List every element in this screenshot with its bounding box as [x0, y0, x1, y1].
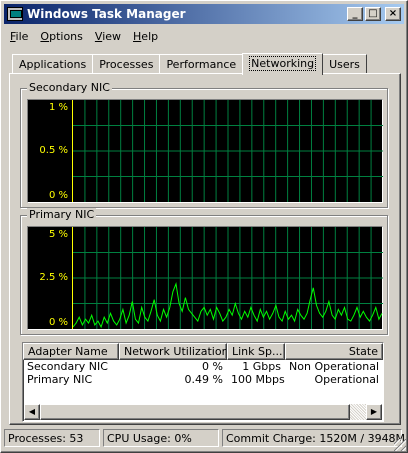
- adapter-row-primary[interactable]: Primary NIC 0.49 % 100 Mbps Operational: [23, 373, 383, 386]
- column-network-utilization[interactable]: Network Utilization: [119, 343, 227, 360]
- primary-tick-max: 5 %: [48, 229, 68, 240]
- secondary-tick-min: 0 %: [48, 190, 68, 201]
- menu-options[interactable]: Options: [34, 28, 88, 45]
- menu-bar: File Options View Help: [4, 26, 164, 46]
- secondary-nic-graph: 1 % 0.5 % 0 %: [27, 99, 383, 203]
- tab-networking[interactable]: Networking: [242, 53, 324, 75]
- tab-strip: Applications Processes Performance Netwo…: [12, 52, 367, 75]
- resize-grip-icon[interactable]: [394, 439, 406, 451]
- column-state[interactable]: State: [285, 343, 383, 360]
- horizontal-scrollbar[interactable]: ◀ ▶: [24, 404, 382, 420]
- primary-nic-plot: [72, 227, 383, 329]
- menu-help[interactable]: Help: [127, 28, 164, 45]
- adapter-row-secondary[interactable]: Secondary NIC 0 % 1 Gbps Non Operational: [23, 360, 383, 373]
- status-commit-charge: Commit Charge: 1520M / 3948M: [222, 429, 405, 447]
- maximize-button[interactable]: □: [365, 7, 381, 21]
- secondary-nic-chart: [73, 100, 383, 202]
- primary-tick-min: 0 %: [48, 317, 68, 328]
- menu-file[interactable]: File: [4, 28, 34, 45]
- tab-applications[interactable]: Applications: [12, 54, 94, 74]
- adapter-list[interactable]: Adapter Name Network Utilization Link Sp…: [22, 342, 384, 422]
- menu-view[interactable]: View: [89, 28, 127, 45]
- primary-tick-mid: 2.5 %: [39, 272, 68, 283]
- close-button[interactable]: ×: [385, 7, 401, 21]
- secondary-nic-plot: [72, 100, 383, 202]
- secondary-tick-max: 1 %: [48, 102, 68, 113]
- tab-performance[interactable]: Performance: [159, 54, 244, 74]
- status-bar: Processes: 53 CPU Usage: 0% Commit Charg…: [4, 429, 405, 449]
- primary-nic-label: Primary NIC: [27, 208, 97, 221]
- window-title: Windows Task Manager: [27, 7, 186, 21]
- adapter-list-header: Adapter Name Network Utilization Link Sp…: [23, 343, 383, 360]
- minimize-button[interactable]: _: [347, 7, 363, 21]
- primary-nic-graph: 5 % 2.5 % 0 %: [27, 226, 383, 330]
- scroll-thumb[interactable]: [40, 404, 350, 420]
- secondary-nic-label: Secondary NIC: [27, 81, 112, 94]
- task-manager-window: Windows Task Manager _ □ × File Options …: [0, 0, 408, 453]
- status-cpu-usage: CPU Usage: 0%: [103, 429, 219, 447]
- networking-panel: Secondary NIC 1 % 0.5 % 0 % Primary NIC …: [9, 73, 401, 425]
- primary-nic-group: Primary NIC 5 % 2.5 % 0 %: [20, 208, 388, 335]
- column-link-speed[interactable]: Link Sp...: [227, 343, 285, 360]
- status-processes: Processes: 53: [4, 429, 100, 447]
- secondary-nic-group: Secondary NIC 1 % 0.5 % 0 %: [20, 81, 388, 208]
- secondary-tick-mid: 0.5 %: [39, 145, 68, 156]
- title-bar[interactable]: Windows Task Manager _ □ ×: [4, 4, 404, 24]
- tab-users[interactable]: Users: [322, 54, 367, 74]
- scroll-right-icon[interactable]: ▶: [366, 404, 382, 420]
- column-adapter-name[interactable]: Adapter Name: [23, 343, 119, 360]
- tab-processes[interactable]: Processes: [92, 54, 161, 74]
- task-manager-icon: [7, 7, 23, 21]
- scroll-left-icon[interactable]: ◀: [24, 404, 40, 420]
- primary-nic-chart: [73, 227, 383, 329]
